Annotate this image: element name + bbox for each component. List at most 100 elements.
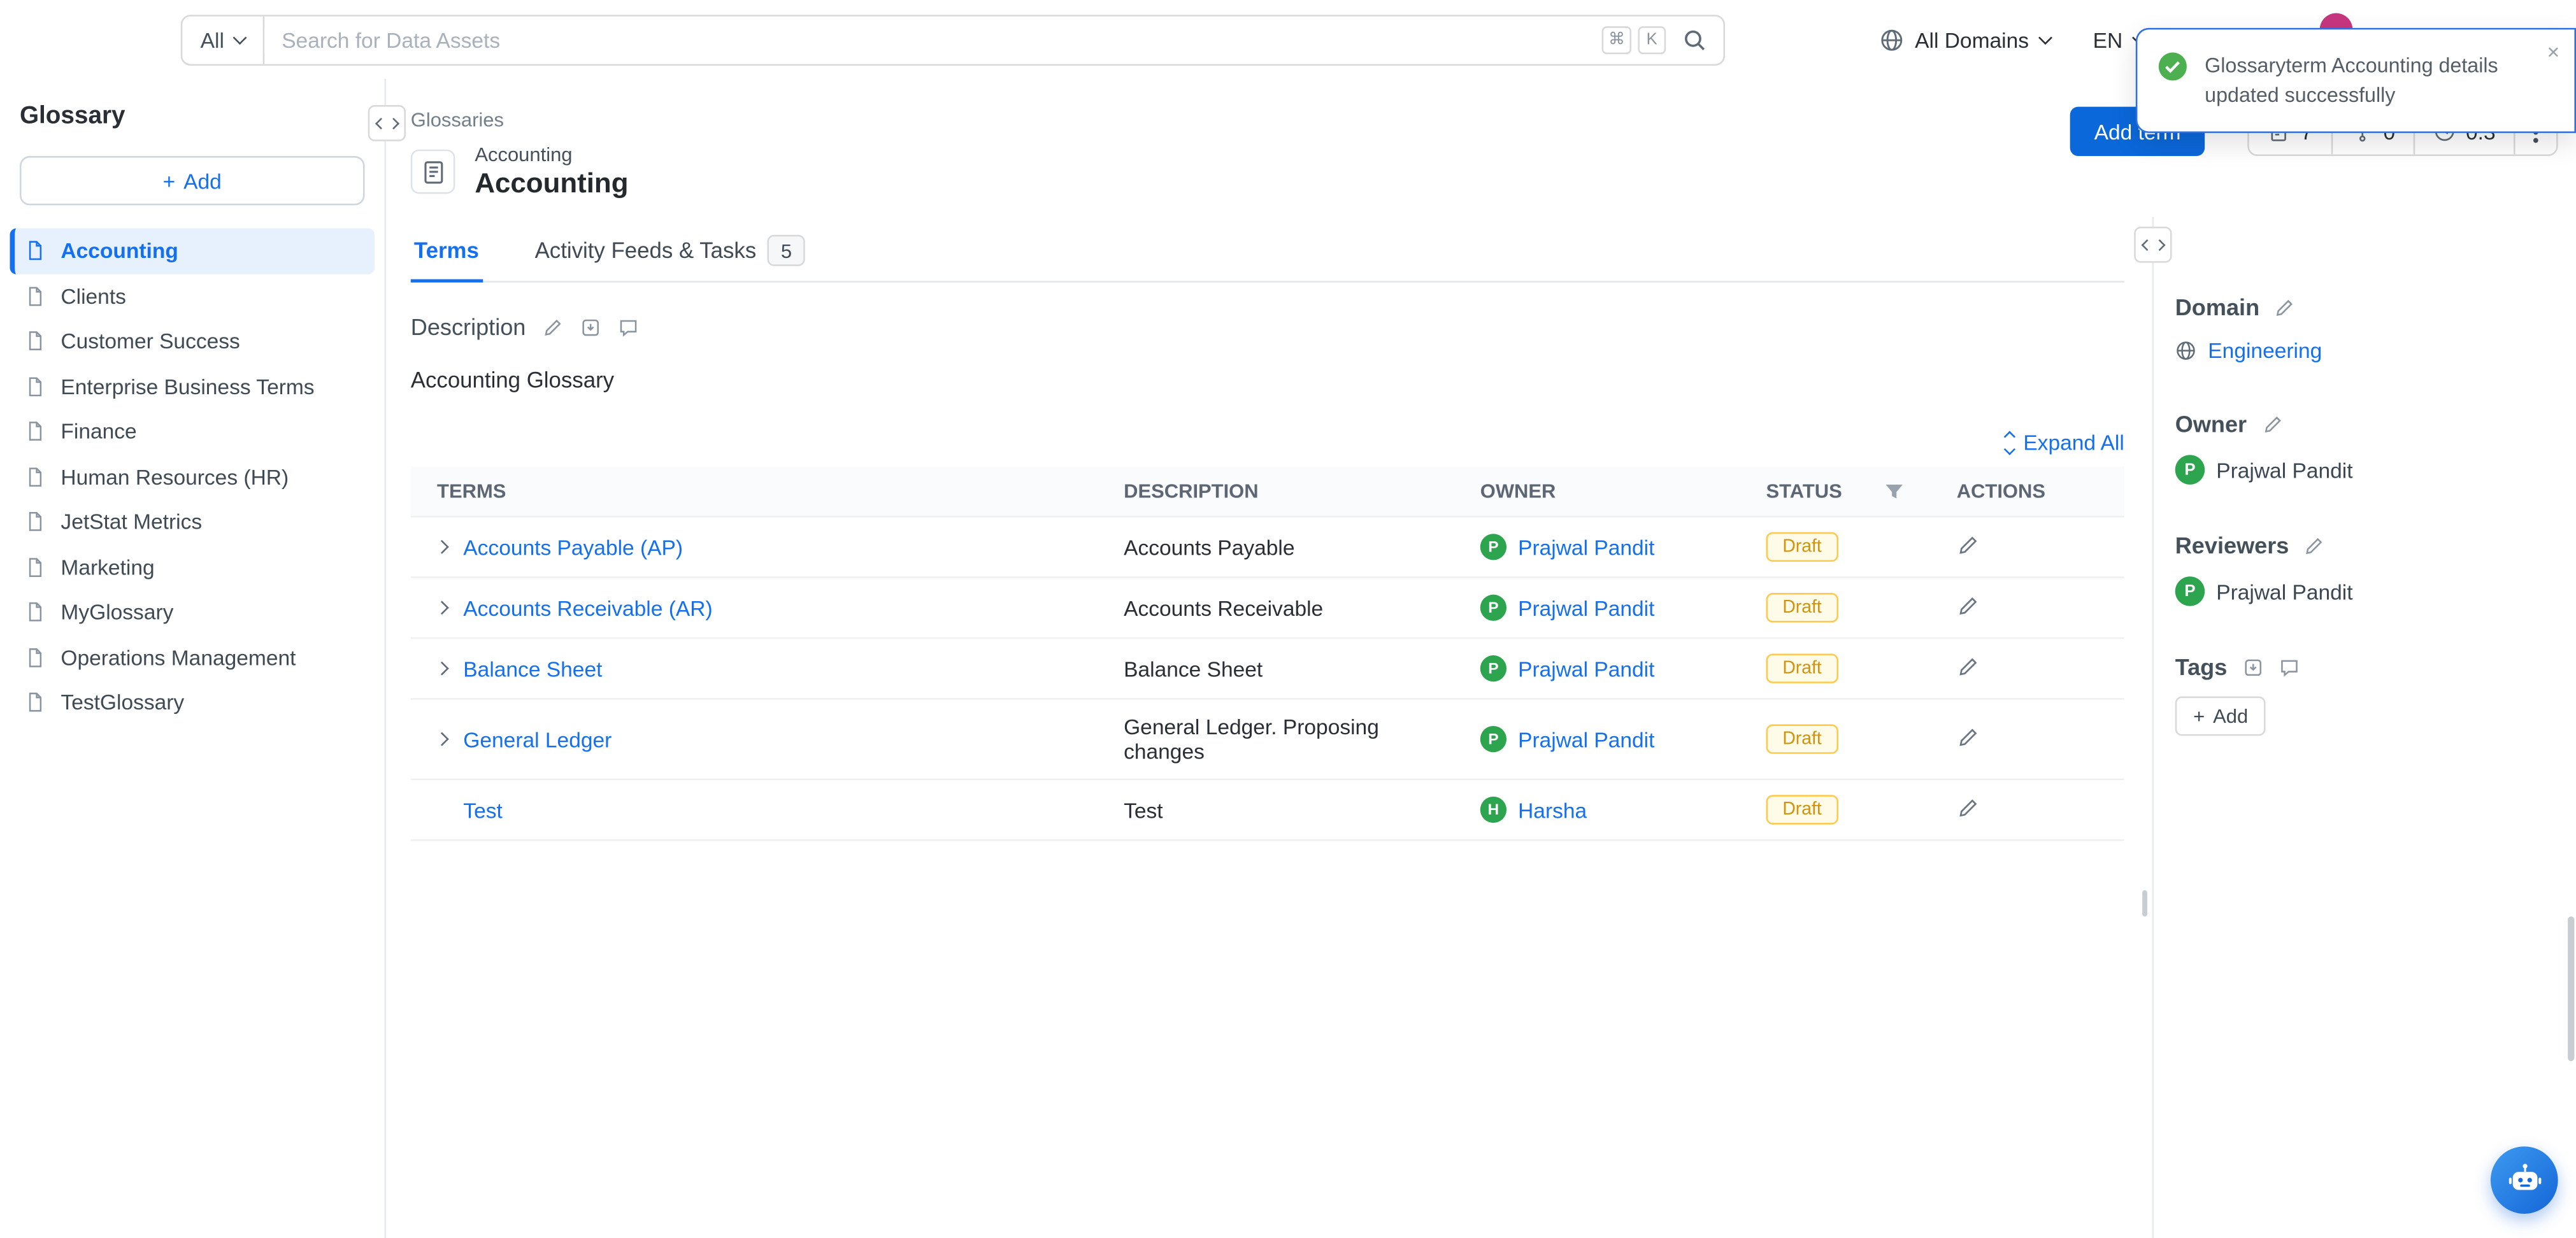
owner-avatar: H [1480, 797, 1506, 823]
tab-bar: Terms Activity Feeds & Tasks 5 [411, 224, 2124, 283]
expand-chevron-icon[interactable] [435, 601, 449, 615]
glossary-doc-icon [25, 647, 47, 669]
term-link[interactable]: Accounts Receivable (AR) [463, 595, 712, 620]
request-tags-icon[interactable] [2242, 656, 2264, 678]
chevron-down-icon [2038, 30, 2052, 44]
edit-icon[interactable] [1957, 533, 1980, 556]
tab-activity-feeds[interactable]: Activity Feeds & Tasks 5 [531, 224, 808, 281]
right-panel-collapse-button[interactable] [2134, 227, 2172, 263]
term-link[interactable]: Accounts Payable (AP) [463, 534, 683, 559]
expand-chevron-icon[interactable] [435, 662, 449, 676]
activity-count-badge: 5 [768, 235, 805, 266]
owner-link[interactable]: Prajwal Pandit [1518, 595, 1654, 620]
table-row: Accounts Receivable (AR) Accounts Receiv… [411, 578, 2124, 639]
sidebar-item-testglossary[interactable]: TestGlossary [10, 680, 375, 725]
search-icon[interactable] [1682, 27, 1707, 52]
domain-selector[interactable]: All Domains [1878, 27, 2050, 52]
domain-link[interactable]: Engineering [2208, 338, 2322, 363]
owner-link[interactable]: Prajwal Pandit [2216, 457, 2352, 482]
status-badge: Draft [1766, 532, 1838, 562]
expand-chevron-icon[interactable] [435, 732, 449, 746]
glossary-doc-icon [25, 511, 47, 533]
term-link[interactable]: Test [463, 797, 502, 822]
page-title: Accounting [475, 167, 628, 201]
column-status-label: STATUS [1766, 480, 1842, 502]
sidebar-item-accounting[interactable]: Accounting [10, 228, 375, 273]
sidebar-item-clients[interactable]: Clients [10, 273, 375, 318]
sidebar-item-label: JetStat Metrics [61, 509, 202, 534]
sidebar-item-label: Marketing [61, 555, 154, 580]
reviewer-link[interactable]: Prajwal Pandit [2216, 579, 2352, 604]
table-row: Accounts Payable (AP) Accounts Payable P… [411, 517, 2124, 578]
sidebar-item-myglossary[interactable]: MyGlossary [10, 590, 375, 635]
success-check-icon [2157, 51, 2188, 110]
owner-link[interactable]: Harsha [1518, 797, 1587, 822]
chevron-right-icon [387, 118, 397, 128]
chevron-down-icon [234, 30, 248, 44]
app-window: All ⌘ K All Domains EN Glossaryt [0, 0, 2576, 1238]
add-glossary-label: Add [183, 168, 222, 193]
reviewers-section: Reviewers P Prajwal Pandit [2175, 532, 2553, 606]
sidebar-item-enterprise-business-terms[interactable]: Enterprise Business Terms [10, 364, 375, 409]
owner-link[interactable]: Prajwal Pandit [1518, 534, 1654, 559]
sidebar-item-label: Human Resources (HR) [61, 464, 289, 489]
sidebar-item-jetstat-metrics[interactable]: JetStat Metrics [10, 499, 375, 544]
tab-terms[interactable]: Terms [411, 224, 482, 283]
owner-link[interactable]: Prajwal Pandit [1518, 727, 1654, 751]
edit-icon[interactable] [2261, 413, 2283, 435]
add-tag-button[interactable]: + Add [2175, 697, 2266, 736]
page-scrollbar[interactable] [2568, 916, 2574, 1061]
sidebar-item-finance[interactable]: Finance [10, 409, 375, 454]
edit-description-icon[interactable] [542, 316, 564, 338]
glossary-doc-icon [25, 421, 47, 443]
sidebar-item-customer-success[interactable]: Customer Success [10, 318, 375, 364]
sidebar-item-label: TestGlossary [61, 690, 184, 715]
cmd-key-icon: ⌘ [1602, 25, 1631, 53]
chatbot-button[interactable] [2491, 1146, 2558, 1214]
sidebar-item-operations-management[interactable]: Operations Management [10, 635, 375, 680]
comment-icon[interactable] [2278, 656, 2300, 678]
owner-avatar: P [2175, 455, 2205, 484]
glossary-doc-icon [25, 557, 47, 578]
close-icon[interactable]: × [2547, 41, 2560, 62]
expand-all-button[interactable]: Expand All [2006, 430, 2124, 455]
status-badge: Draft [1766, 593, 1838, 622]
table-row: Test Test H Harsha Draft [411, 780, 2124, 841]
status-badge: Draft [1766, 724, 1838, 753]
edit-icon[interactable] [1957, 725, 1980, 748]
reviewer-avatar: P [2175, 576, 2205, 606]
filter-icon[interactable] [1884, 482, 1904, 500]
search-scope-value: All [201, 27, 224, 52]
edit-icon[interactable] [1957, 655, 1980, 678]
global-search: All ⌘ K [181, 14, 1725, 65]
chevron-right-icon [2153, 239, 2163, 250]
table-row: Balance Sheet Balance Sheet P Prajwal Pa… [411, 639, 2124, 699]
tab-activity-label: Activity Feeds & Tasks [535, 238, 757, 263]
panel-scrollbar[interactable] [2142, 890, 2147, 916]
request-update-icon[interactable] [580, 316, 602, 338]
add-glossary-button[interactable]: + Add [20, 156, 365, 205]
sidebar-item-label: MyGlossary [61, 600, 173, 625]
edit-icon[interactable] [1957, 796, 1980, 819]
main-panel: Terms Activity Feeds & Tasks 5 Descripti… [386, 217, 2152, 1238]
glossary-doc-icon [25, 285, 47, 307]
search-scope-select[interactable]: All [182, 16, 265, 64]
sidebar-item-human-resources[interactable]: Human Resources (HR) [10, 454, 375, 499]
owner-link[interactable]: Prajwal Pandit [1518, 656, 1654, 681]
expand-chevron-icon[interactable] [435, 540, 449, 554]
globe-icon [2175, 340, 2197, 362]
edit-icon[interactable] [1957, 594, 1980, 616]
add-tag-label: Add [2213, 704, 2248, 727]
breadcrumb[interactable]: Glossaries [411, 108, 504, 131]
comment-icon[interactable] [618, 316, 640, 338]
sidebar-item-marketing[interactable]: Marketing [10, 544, 375, 590]
edit-icon[interactable] [2274, 297, 2296, 318]
term-description: Test [1098, 783, 1454, 837]
sidebar-collapse-button[interactable] [368, 105, 406, 141]
term-link[interactable]: General Ledger [463, 727, 612, 751]
search-input[interactable] [265, 27, 1601, 52]
expand-collapse-icon [2006, 434, 2014, 452]
term-link[interactable]: Balance Sheet [463, 656, 602, 681]
sidebar-title: Glossary [0, 102, 385, 130]
edit-icon[interactable] [2304, 534, 2326, 556]
